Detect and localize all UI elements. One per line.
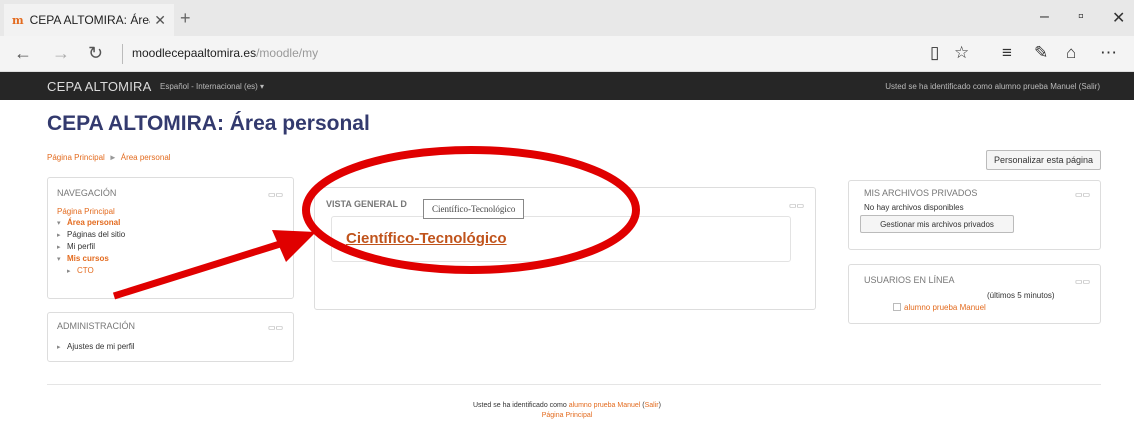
admin-item-profile-settings: ▸ Ajustes de mi perfil: [57, 341, 135, 353]
site-brand[interactable]: CEPA ALTOMIRA: [47, 79, 151, 94]
administration-block-title: ADMINISTRACIÓN: [57, 321, 136, 331]
hub-icon[interactable]: ≡: [1002, 43, 1012, 63]
close-window-icon[interactable]: ✕: [1112, 8, 1125, 28]
online-users-title: USUARIOS EN LÍNEA: [864, 275, 955, 285]
online-users-block: USUARIOS EN LÍNEA ▭▭ (últimos 5 minutos)…: [848, 264, 1101, 324]
nav-item-label[interactable]: Páginas del sitio: [67, 230, 125, 239]
footer-home-link[interactable]: Página Principal: [542, 412, 593, 419]
collapsed-icon: ▸: [67, 268, 71, 275]
nav-item-area-personal: ▾ Área personal: [57, 217, 125, 229]
close-tab-icon[interactable]: ✕: [154, 12, 166, 29]
site-navbar: CEPA ALTOMIRA Español - Internacional (e…: [0, 72, 1134, 100]
collapsed-icon: ▸: [57, 232, 61, 239]
breadcrumb: Página Principal ► Área personal: [47, 153, 171, 162]
reading-view-icon[interactable]: ▯: [930, 43, 939, 63]
online-user-item: alumno prueba Manuel: [893, 303, 986, 312]
url-path: /moodle/my: [256, 46, 319, 60]
customize-page-button[interactable]: Personalizar esta página: [986, 150, 1101, 170]
restore-icon[interactable]: ▫: [1078, 8, 1084, 26]
expanded-icon: ▾: [57, 220, 61, 227]
more-icon[interactable]: ⋯: [1100, 43, 1117, 63]
breadcrumb-home[interactable]: Página Principal: [47, 153, 105, 162]
url-separator: [122, 44, 123, 64]
course-tooltip: Científico-Tecnológico: [423, 199, 525, 219]
navigation-list: Página Principal ▾ Área personal ▸ Páginas…: [57, 206, 125, 277]
nav-item-profile: ▸ Mi perfil: [57, 241, 125, 253]
forward-arrow-icon[interactable]: →: [52, 43, 70, 64]
footer-login-prefix: Usted se ha identificado como: [473, 402, 567, 409]
nav-item-my-courses: ▾ Mis cursos: [57, 253, 125, 265]
url-host: moodlecepaaltomira.es: [132, 46, 257, 60]
nav-item-label[interactable]: Mis cursos: [67, 254, 109, 263]
collapsed-icon: ▸: [57, 244, 61, 251]
browser-tab[interactable]: m CEPA ALTOMIRA: Área p ✕: [4, 4, 174, 36]
footer-login-info: Usted se ha identificado como alumno pru…: [473, 402, 661, 409]
course-link[interactable]: Científico-Tecnológico: [346, 230, 507, 247]
breadcrumb-current[interactable]: Área personal: [121, 153, 171, 162]
administration-block: ADMINISTRACIÓN ▭▭ ▸ Ajustes de mi perfil: [47, 312, 294, 362]
browser-tab-strip: m CEPA ALTOMIRA: Área p ✕ + – ▫ ✕: [0, 0, 1134, 36]
nav-item-label[interactable]: CTO: [77, 266, 94, 275]
nav-item-site-pages: ▸ Páginas del sitio: [57, 229, 125, 241]
block-controls-icon[interactable]: ▭▭: [268, 190, 283, 199]
no-files-text: No hay archivos disponibles: [864, 203, 964, 212]
navigation-block-title: NAVEGACIÓN: [57, 188, 117, 198]
user-avatar-icon: [893, 303, 901, 311]
footer-divider: [47, 384, 1101, 385]
moodle-favicon-icon: m: [12, 13, 24, 27]
block-controls-icon[interactable]: ▭▭: [1075, 277, 1090, 286]
block-controls-icon[interactable]: ▭▭: [789, 201, 804, 210]
login-info: Usted se ha identificado como alumno pru…: [885, 82, 1100, 91]
private-files-title: MIS ARCHIVOS PRIVADOS: [864, 188, 978, 198]
nav-item-home[interactable]: Página Principal: [57, 206, 125, 217]
breadcrumb-separator-icon: ►: [108, 153, 117, 162]
browser-address-bar: ← → ↻ moodlecepaaltomira.es/moodle/my ▯ …: [0, 36, 1134, 72]
admin-item-label[interactable]: Ajustes de mi perfil: [67, 342, 135, 351]
page-title: CEPA ALTOMIRA: Área personal: [47, 112, 370, 135]
footer-home: Página Principal: [0, 412, 1134, 419]
back-arrow-icon[interactable]: ←: [14, 43, 32, 64]
online-user-name[interactable]: alumno prueba Manuel: [904, 303, 986, 312]
new-tab-icon[interactable]: +: [180, 8, 191, 29]
navigation-block: NAVEGACIÓN ▭▭ Página Principal ▾ Área per…: [47, 177, 294, 299]
collapsed-icon: ▸: [57, 344, 61, 351]
footer-user-link[interactable]: alumno prueba Manuel: [569, 402, 641, 409]
block-controls-icon[interactable]: ▭▭: [1075, 190, 1090, 199]
language-menu[interactable]: Español - Internacional (es) ▾: [160, 82, 264, 91]
expanded-icon: ▾: [57, 256, 61, 263]
administration-list: ▸ Ajustes de mi perfil: [57, 341, 135, 353]
footer-logout-link[interactable]: Salir: [645, 402, 659, 409]
nav-item-label[interactable]: Mi perfil: [67, 242, 95, 251]
nav-item-label[interactable]: Área personal: [67, 218, 120, 227]
course-overview-title: VISTA GENERAL D: [326, 199, 407, 209]
minimize-icon[interactable]: –: [1040, 8, 1049, 26]
course-overview-block: VISTA GENERAL D ▭▭: [314, 187, 816, 310]
block-controls-icon[interactable]: ▭▭: [268, 323, 283, 332]
favorite-star-icon[interactable]: ☆: [954, 43, 969, 63]
refresh-icon[interactable]: ↻: [88, 43, 103, 64]
manage-private-files-button[interactable]: Gestionar mis archivos privados: [860, 215, 1014, 233]
online-users-period: (últimos 5 minutos): [987, 291, 1055, 300]
url-field[interactable]: moodlecepaaltomira.es/moodle/my: [132, 46, 318, 60]
share-icon[interactable]: ⌂: [1066, 43, 1076, 63]
nav-item-course-cto: ▸ CTO: [57, 265, 125, 277]
web-note-icon[interactable]: ✎: [1034, 43, 1048, 63]
browser-tab-title: CEPA ALTOMIRA: Área p: [29, 13, 151, 27]
